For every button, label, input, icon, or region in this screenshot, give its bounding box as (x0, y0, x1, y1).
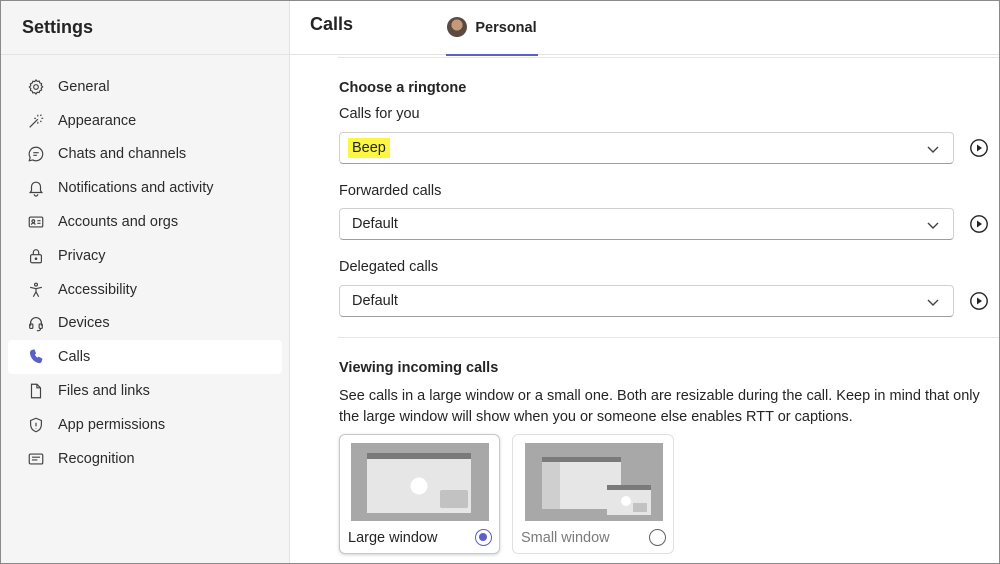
sidebar-header: Settings (1, 1, 289, 55)
small-window-radio[interactable] (649, 529, 666, 546)
magic-wand-icon (26, 111, 46, 131)
sidebar: Settings General Appearance Chats and ch… (1, 1, 290, 563)
tab-label: Personal (475, 20, 537, 36)
large-window-option[interactable]: Large window (339, 434, 500, 554)
tab-personal[interactable]: Personal (446, 1, 538, 56)
sidebar-item-recognition[interactable]: Recognition (8, 442, 282, 476)
chevron-down-icon (925, 294, 941, 310)
chevron-down-icon (925, 217, 941, 233)
sidebar-item-files-and-links[interactable]: Files and links (8, 374, 282, 408)
sidebar-item-appearance[interactable]: Appearance (8, 104, 282, 138)
ringtone-section-title: Choose a ringtone (339, 80, 467, 96)
sidebar-item-label: Privacy (58, 247, 106, 264)
section-divider (338, 337, 999, 338)
settings-window: Settings General Appearance Chats and ch… (0, 0, 1000, 564)
calls-for-you-value: Beep (348, 138, 390, 158)
sidebar-item-label: Chats and channels (58, 146, 187, 163)
sidebar-item-label: Calls (58, 349, 91, 366)
sidebar-item-privacy[interactable]: Privacy (8, 239, 282, 273)
avatar (447, 17, 468, 37)
small-window-label: Small window (521, 530, 610, 546)
text-box-icon (26, 449, 46, 469)
delegated-calls-dropdown[interactable]: Default (339, 285, 954, 317)
small-window-preview (525, 443, 663, 521)
accessibility-icon (26, 280, 46, 300)
chat-icon (26, 144, 46, 164)
sidebar-item-general[interactable]: General (8, 70, 282, 104)
forwarded-calls-dropdown[interactable]: Default (339, 208, 954, 240)
phone-icon (26, 347, 46, 367)
sidebar-item-label: Accounts and orgs (58, 214, 179, 231)
sidebar-item-label: General (58, 78, 110, 95)
large-window-label: Large window (348, 530, 438, 546)
lock-icon (26, 246, 46, 266)
calls-for-you-dropdown[interactable]: Beep (339, 132, 954, 164)
sidebar-item-label: Devices (58, 315, 110, 332)
shield-icon (26, 415, 46, 435)
play-forwarded-calls-button[interactable] (969, 214, 989, 234)
large-window-radio[interactable] (475, 529, 492, 546)
sidebar-item-accessibility[interactable]: Accessibility (8, 273, 282, 307)
incoming-calls-description: See calls in a large window or a small o… (339, 388, 980, 425)
settings-title: Settings (22, 17, 94, 37)
sidebar-item-chats-and-channels[interactable]: Chats and channels (8, 138, 282, 172)
main-panel: Calls Personal Choose a ringtone Calls f… (290, 1, 999, 563)
main-header: Calls Personal (290, 1, 999, 56)
sidebar-item-label: Files and links (58, 383, 150, 400)
sidebar-item-notifications[interactable]: Notifications and activity (8, 171, 282, 205)
page-title: Calls (310, 14, 354, 34)
sidebar-item-devices[interactable]: Devices (8, 307, 282, 341)
sidebar-item-calls[interactable]: Calls (8, 340, 282, 375)
delegated-calls-label: Delegated calls (339, 259, 439, 275)
bell-icon (26, 178, 46, 198)
sidebar-item-label: Accessibility (58, 281, 137, 298)
gear-icon (26, 77, 46, 97)
contact-card-icon (26, 212, 46, 232)
content-divider-top (338, 57, 999, 58)
delegated-calls-value: Default (352, 293, 398, 309)
play-icon (970, 215, 988, 233)
forwarded-calls-value: Default (352, 216, 398, 232)
sidebar-item-label: Recognition (58, 450, 135, 467)
chevron-down-icon (925, 141, 941, 157)
play-calls-for-you-button[interactable] (969, 138, 989, 158)
settings-nav: General Appearance Chats and channels No… (8, 70, 282, 476)
file-icon (26, 381, 46, 401)
sidebar-item-app-permissions[interactable]: App permissions (8, 408, 282, 442)
headset-icon (26, 313, 46, 333)
sidebar-item-label: Appearance (58, 112, 137, 129)
sidebar-item-label: Notifications and activity (58, 180, 214, 197)
play-icon (970, 139, 988, 157)
play-icon (970, 292, 988, 310)
calls-for-you-label: Calls for you (339, 106, 420, 122)
tab-active-indicator (446, 54, 538, 56)
sidebar-item-accounts-and-orgs[interactable]: Accounts and orgs (8, 205, 282, 239)
forwarded-calls-label: Forwarded calls (339, 183, 442, 199)
play-delegated-calls-button[interactable] (969, 291, 989, 311)
incoming-calls-section-title: Viewing incoming calls (339, 360, 499, 376)
sidebar-item-label: App permissions (58, 416, 166, 433)
large-window-preview (351, 443, 489, 521)
small-window-option[interactable]: Small window (512, 434, 674, 554)
